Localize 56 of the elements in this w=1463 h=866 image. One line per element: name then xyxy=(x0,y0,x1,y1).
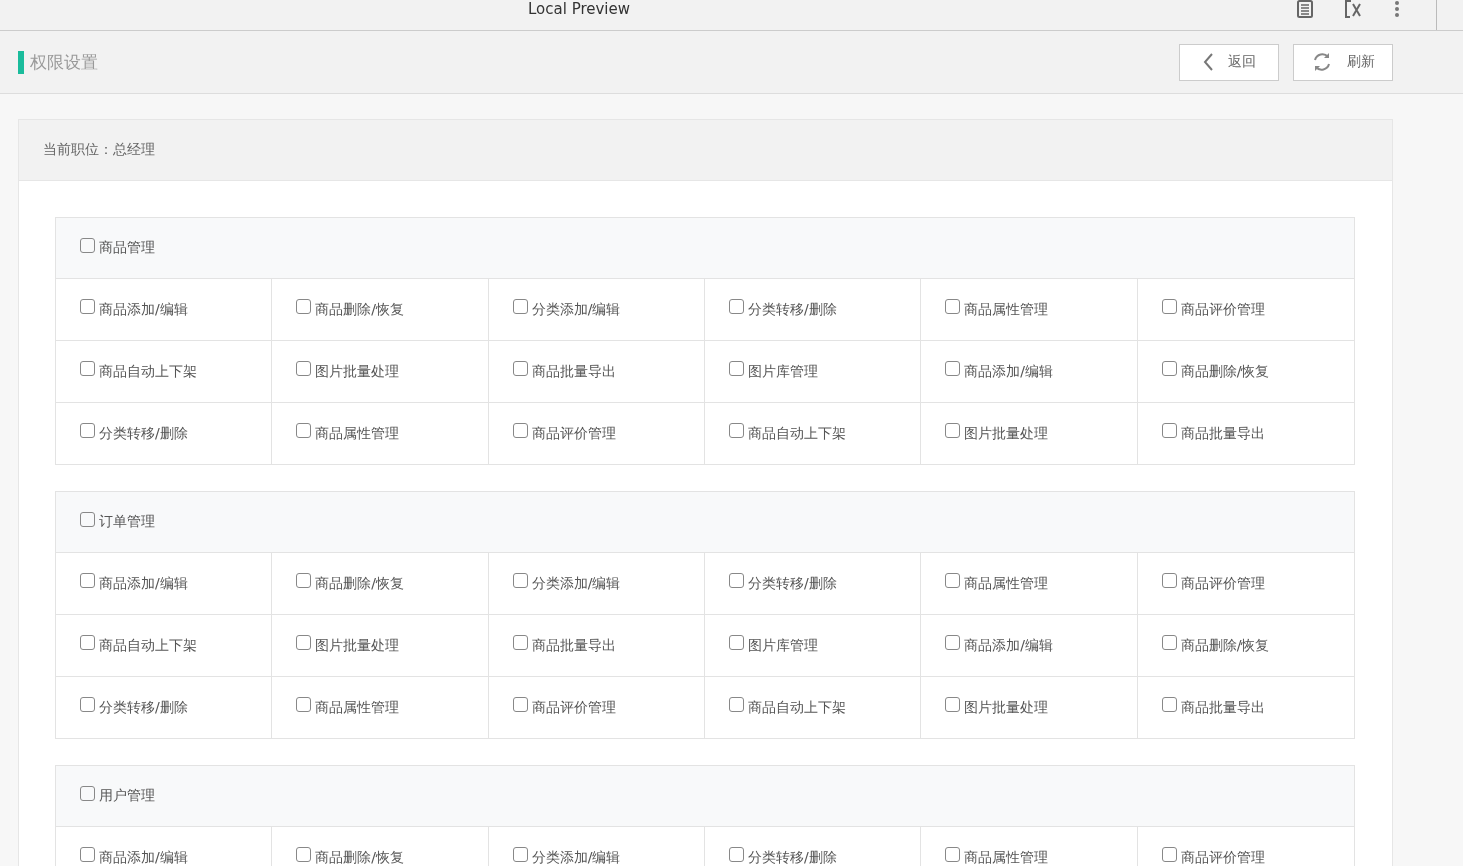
group-checkbox[interactable]: 用户管理 xyxy=(80,787,155,805)
title-accent-bar xyxy=(18,50,24,74)
page-title: 权限设置 xyxy=(30,50,98,74)
refresh-button[interactable]: 刷新 xyxy=(1293,43,1393,81)
permission-checkbox[interactable]: 商品删除/恢复 xyxy=(1161,362,1270,381)
formula-icon[interactable] xyxy=(1344,0,1364,18)
permission-checkbox[interactable]: 图片批量处理 xyxy=(296,636,400,655)
permission-checkbox[interactable]: 商品属性管理 xyxy=(296,424,400,443)
permission-checkbox[interactable]: 分类添加/编辑 xyxy=(512,300,621,319)
permission-checkbox[interactable]: 分类转移/删除 xyxy=(729,848,837,866)
permission-checkbox[interactable]: 图片库管理 xyxy=(729,362,818,381)
permission-checkbox[interactable]: 图片批量处理 xyxy=(945,698,1049,717)
current-position-text: 当前职位：总经理 xyxy=(43,141,155,159)
permission-checkbox[interactable]: 商品批量导出 xyxy=(1161,424,1265,443)
permission-checkbox[interactable]: 商品自动上下架 xyxy=(80,362,197,381)
permission-checkbox[interactable]: 图片批量处理 xyxy=(945,424,1049,443)
permission-checkbox[interactable]: 商品添加/编辑 xyxy=(80,574,188,593)
permission-checkbox[interactable]: 商品属性管理 xyxy=(296,698,400,717)
permission-checkbox[interactable]: 分类转移/删除 xyxy=(80,698,188,717)
permission-checkbox[interactable]: 分类转移/删除 xyxy=(729,300,837,319)
permission-checkbox[interactable]: 商品评价管理 xyxy=(512,698,616,717)
refresh-icon xyxy=(1311,52,1333,72)
window-title: Local Preview xyxy=(528,0,631,18)
permission-checkbox[interactable]: 分类添加/编辑 xyxy=(512,848,621,866)
permission-checkbox[interactable]: 商品添加/编辑 xyxy=(80,848,188,866)
permission-checkbox[interactable]: 商品删除/恢复 xyxy=(296,848,405,866)
permission-checkbox[interactable]: 分类添加/编辑 xyxy=(512,574,621,593)
permission-checkbox[interactable]: 商品批量导出 xyxy=(512,636,616,655)
permission-checkbox[interactable]: 商品自动上下架 xyxy=(80,636,197,655)
permission-checkbox[interactable]: 商品自动上下架 xyxy=(729,424,846,443)
chevron-left-icon xyxy=(1202,52,1214,72)
permission-checkbox[interactable]: 商品属性管理 xyxy=(945,848,1049,866)
permission-checkbox[interactable]: 商品删除/恢复 xyxy=(296,574,405,593)
permission-checkbox[interactable]: 分类转移/删除 xyxy=(729,574,837,593)
permission-checkbox[interactable]: 商品属性管理 xyxy=(945,574,1049,593)
permission-checkbox[interactable]: 商品评价管理 xyxy=(1161,574,1265,593)
permission-checkbox[interactable]: 商品批量导出 xyxy=(1161,698,1265,717)
group-checkbox[interactable]: 订单管理 xyxy=(80,513,155,531)
permission-checkbox[interactable]: 商品添加/编辑 xyxy=(945,636,1054,655)
permission-checkbox[interactable]: 商品自动上下架 xyxy=(729,698,846,717)
permission-checkbox[interactable]: 商品评价管理 xyxy=(1161,300,1265,319)
permission-checkbox[interactable]: 商品批量导出 xyxy=(512,362,616,381)
permission-checkbox[interactable]: 商品删除/恢复 xyxy=(296,300,405,319)
document-icon[interactable] xyxy=(1296,0,1314,18)
back-button[interactable]: 返回 xyxy=(1179,43,1279,81)
permission-checkbox[interactable]: 商品添加/编辑 xyxy=(80,300,188,319)
more-icon[interactable] xyxy=(1394,0,1400,18)
permission-checkbox[interactable]: 商品评价管理 xyxy=(1161,848,1265,866)
permission-checkbox[interactable]: 商品删除/恢复 xyxy=(1161,636,1270,655)
permission-checkbox[interactable]: 商品添加/编辑 xyxy=(945,362,1054,381)
permission-checkbox[interactable]: 图片批量处理 xyxy=(296,362,400,381)
permission-checkbox[interactable]: 商品评价管理 xyxy=(512,424,616,443)
group-checkbox[interactable]: 商品管理 xyxy=(80,239,155,257)
permission-checkbox[interactable]: 商品属性管理 xyxy=(945,300,1049,319)
permission-checkbox[interactable]: 图片库管理 xyxy=(729,636,818,655)
permission-checkbox[interactable]: 分类转移/删除 xyxy=(80,424,188,443)
